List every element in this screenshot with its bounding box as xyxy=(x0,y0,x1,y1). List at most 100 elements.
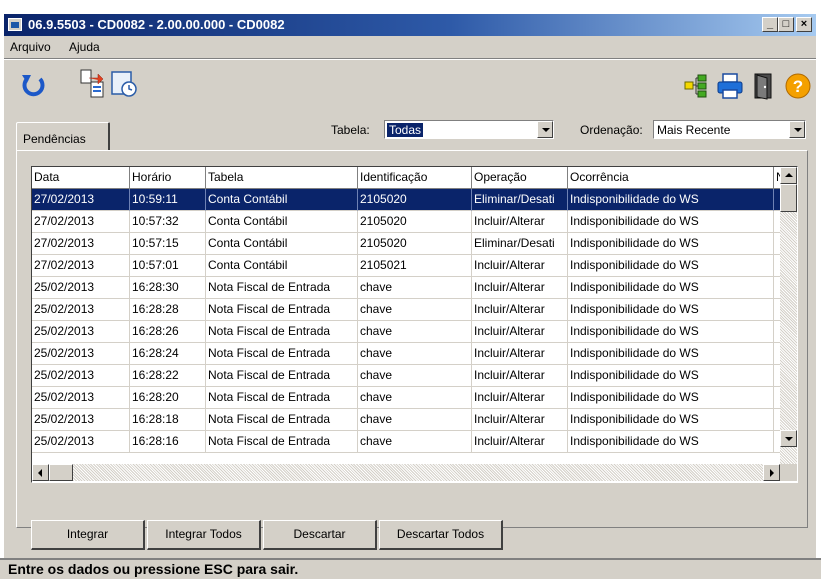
vertical-scrollbar[interactable] xyxy=(780,167,797,464)
cell-ocorrencia: Indisponibilidade do WS xyxy=(568,387,774,409)
cell-data: 25/02/2013 xyxy=(32,343,130,365)
menu-arquivo[interactable]: Arquivo xyxy=(10,40,51,54)
tab-pendencias[interactable]: Pendências xyxy=(16,122,110,150)
table-row[interactable]: 25/02/2013 16:28:30 Nota Fiscal de Entrada… xyxy=(32,277,780,299)
window-title: 06.9.5503 - CD0082 - 2.00.00.000 - CD008… xyxy=(28,17,285,32)
svg-text:?: ? xyxy=(793,77,803,96)
cell-data: 25/02/2013 xyxy=(32,365,130,387)
tabela-value: Todas xyxy=(387,123,424,137)
cell-data: 25/02/2013 xyxy=(32,431,130,453)
cell-operacao: Incluir/Alterar xyxy=(472,365,568,387)
table-row[interactable]: 25/02/2013 16:28:28 Nota Fiscal de Entrada… xyxy=(32,299,780,321)
descartar-todos-button[interactable]: Descartar Todos xyxy=(379,520,503,550)
menu-ajuda[interactable]: Ajuda xyxy=(69,40,100,54)
cell-data: 25/02/2013 xyxy=(32,321,130,343)
cell-tabela: Conta Contábil xyxy=(206,233,358,255)
refresh-icon[interactable] xyxy=(18,70,48,100)
cell-horario: 10:57:01 xyxy=(130,255,206,277)
descartar-button[interactable]: Descartar xyxy=(263,520,377,550)
cell-data: 27/02/2013 xyxy=(32,189,130,211)
column-header-horario[interactable]: Horário xyxy=(130,167,206,189)
cell-operacao: Incluir/Alterar xyxy=(472,343,568,365)
column-header-operacao[interactable]: Operação xyxy=(472,167,568,189)
print-icon[interactable] xyxy=(716,72,744,100)
cell-operacao: Incluir/Alterar xyxy=(472,431,568,453)
cell-identificacao: 2105020 xyxy=(358,189,472,211)
integrar-todos-button[interactable]: Integrar Todos xyxy=(147,520,261,550)
cell-ocorrencia: Indisponibilidade do WS xyxy=(568,365,774,387)
cell-ocorrencia: Indisponibilidade do WS xyxy=(568,299,774,321)
ordenacao-combo[interactable]: Mais Recente xyxy=(653,120,806,139)
cell-horario: 16:28:24 xyxy=(130,343,206,365)
tabela-combo[interactable]: Todas xyxy=(384,120,554,139)
cell-tabela: Conta Contábil xyxy=(206,211,358,233)
cell-tabela: Conta Contábil xyxy=(206,255,358,277)
cell-ocorrencia: Indisponibilidade do WS xyxy=(568,211,774,233)
integrar-button[interactable]: Integrar xyxy=(31,520,145,550)
horizontal-scrollbar[interactable] xyxy=(32,464,780,481)
table-row[interactable]: 27/02/2013 10:57:15 Conta Contábil 2105020 E… xyxy=(32,233,780,255)
application-window: 06.9.5503 - CD0082 - 2.00.00.000 - CD008… xyxy=(0,0,821,579)
table-row[interactable]: 25/02/2013 16:28:16 Nota Fiscal de Entrada… xyxy=(32,431,780,453)
cell-ocorrencia: Indisponibilidade do WS xyxy=(568,233,774,255)
schedule-icon[interactable] xyxy=(110,70,138,98)
cell-tabela: Nota Fiscal de Entrada xyxy=(206,343,358,365)
ordenacao-label: Ordenação: xyxy=(580,123,643,137)
column-header-data[interactable]: Data xyxy=(32,167,130,189)
horizontal-scroll-thumb[interactable] xyxy=(49,464,73,481)
cell-horario: 16:28:28 xyxy=(130,299,206,321)
table-row[interactable]: 27/02/2013 10:59:11 Conta Contábil 2105020 E… xyxy=(32,189,780,211)
column-header-ocorrencia[interactable]: Ocorrência xyxy=(568,167,774,189)
maximize-button[interactable]: □ xyxy=(778,17,794,32)
transfer-icon[interactable] xyxy=(78,68,106,100)
cell-operacao: Eliminar/Desati xyxy=(472,189,568,211)
toolbar-separator xyxy=(4,58,816,60)
scroll-down-button[interactable] xyxy=(780,430,797,447)
cell-ocorrencia: Indisponibilidade do WS xyxy=(568,255,774,277)
tree-icon[interactable] xyxy=(684,74,712,98)
cell-identificacao: 2105020 xyxy=(358,233,472,255)
cell-identificacao: chave xyxy=(358,431,472,453)
cell-identificacao: chave xyxy=(358,409,472,431)
cell-tabela: Nota Fiscal de Entrada xyxy=(206,299,358,321)
vertical-scroll-thumb[interactable] xyxy=(780,184,797,212)
cell-data: 27/02/2013 xyxy=(32,255,130,277)
grid-header: Data Horário Tabela Identificação Operaç… xyxy=(32,167,780,189)
table-row[interactable]: 25/02/2013 16:28:26 Nota Fiscal de Entrada… xyxy=(32,321,780,343)
cell-operacao: Eliminar/Desati xyxy=(472,233,568,255)
minimize-button[interactable]: _ xyxy=(762,17,778,32)
grid-body: Data Horário Tabela Identificação Operaç… xyxy=(32,167,780,464)
cell-data: 27/02/2013 xyxy=(32,233,130,255)
scroll-up-button[interactable] xyxy=(780,167,797,184)
column-header-tabela[interactable]: Tabela xyxy=(206,167,358,189)
column-header-identificacao[interactable]: Identificação xyxy=(358,167,472,189)
table-row[interactable]: 25/02/2013 16:28:22 Nota Fiscal de Entrada… xyxy=(32,365,780,387)
status-bar: Entre os dados ou pressione ESC para sai… xyxy=(0,558,821,579)
table-row[interactable]: 25/02/2013 16:28:24 Nota Fiscal de Entrada… xyxy=(32,343,780,365)
title-bar[interactable]: 06.9.5503 - CD0082 - 2.00.00.000 - CD008… xyxy=(4,14,816,36)
menu-bar: Arquivo Ajuda xyxy=(4,36,816,58)
table-row[interactable]: 27/02/2013 10:57:32 Conta Contábil 2105020 I… xyxy=(32,211,780,233)
chevron-down-icon[interactable] xyxy=(537,121,553,138)
cell-horario: 10:57:32 xyxy=(130,211,206,233)
table-row[interactable]: 27/02/2013 10:57:01 Conta Contábil 2105021 I… xyxy=(32,255,780,277)
cell-ocorrencia: Indisponibilidade do WS xyxy=(568,409,774,431)
cell-identificacao: chave xyxy=(358,343,472,365)
table-row[interactable]: 25/02/2013 16:28:18 Nota Fiscal de Entrada… xyxy=(32,409,780,431)
cell-tabela: Nota Fiscal de Entrada xyxy=(206,387,358,409)
client-area: Arquivo Ajuda ? Tabela: Todas Ordenação:… xyxy=(4,36,816,579)
scroll-right-button[interactable] xyxy=(763,464,780,481)
cell-data: 25/02/2013 xyxy=(32,387,130,409)
exit-door-icon[interactable] xyxy=(752,72,776,100)
chevron-down-icon[interactable] xyxy=(789,121,805,138)
cell-operacao: Incluir/Alterar xyxy=(472,255,568,277)
table-row[interactable]: 25/02/2013 16:28:20 Nota Fiscal de Entrada… xyxy=(32,387,780,409)
cell-tabela: Nota Fiscal de Entrada xyxy=(206,277,358,299)
cell-identificacao: chave xyxy=(358,299,472,321)
cell-horario: 16:28:26 xyxy=(130,321,206,343)
cell-ocorrencia: Indisponibilidade do WS xyxy=(568,189,774,211)
help-icon[interactable]: ? xyxy=(784,72,812,100)
close-button[interactable]: × xyxy=(796,17,812,32)
cell-data: 25/02/2013 xyxy=(32,299,130,321)
scroll-left-button[interactable] xyxy=(32,464,49,481)
